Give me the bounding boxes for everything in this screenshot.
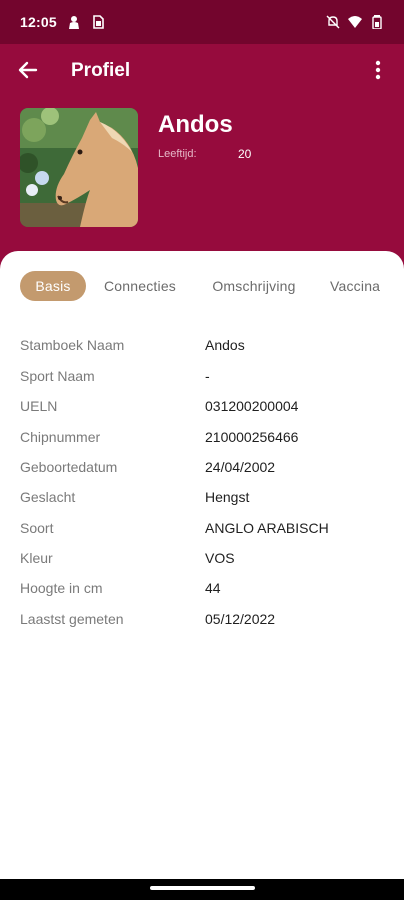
info-value: Andos (205, 337, 245, 353)
tab-bar: Basis Connecties Omschrijving Vaccina (0, 271, 404, 301)
overflow-menu-button[interactable] (362, 56, 394, 88)
tab-omschrijving[interactable]: Omschrijving (204, 271, 304, 301)
age-label: Leeftijd: (158, 148, 197, 160)
profile-content: Basis Connecties Omschrijving Vaccina St… (0, 251, 404, 879)
battery-icon (370, 15, 384, 29)
info-label: Kleur (20, 550, 53, 566)
info-row-laatst-gemeten: Laastst gemeten 05/12/2022 (20, 608, 390, 630)
wifi-icon (348, 15, 362, 29)
status-bar: 12:05 (0, 0, 404, 44)
age-value: 20 (238, 147, 252, 161)
info-row-sport-naam: Sport Naam - (20, 365, 390, 387)
sim-icon (91, 15, 105, 29)
status-time: 12:05 (20, 14, 57, 30)
info-label: Soort (20, 520, 54, 536)
navigation-bar (0, 879, 404, 900)
tab-label: Basis (35, 278, 71, 294)
arrow-left-icon (17, 59, 39, 86)
info-label: Hoogte in cm (20, 580, 103, 596)
info-label: Geslacht (20, 489, 76, 505)
info-value: ANGLO ARABISCH (205, 520, 329, 536)
notifications-off-icon (326, 15, 340, 29)
tab-basis[interactable]: Basis (20, 271, 86, 301)
info-value: VOS (205, 550, 235, 566)
info-label: Chipnummer (20, 429, 101, 445)
back-button[interactable] (12, 56, 44, 88)
home-gesture-handle[interactable] (150, 886, 255, 890)
info-label: Geboortedatum (20, 459, 118, 475)
info-row-ueln: UELN 031200200004 (20, 395, 390, 417)
info-label: UELN (20, 398, 58, 414)
info-value: 44 (205, 580, 221, 596)
info-value: 05/12/2022 (205, 611, 276, 627)
info-row-stamboek-naam: Stamboek Naam Andos (20, 334, 390, 356)
info-label: Laastst gemeten (20, 611, 124, 627)
tab-vaccinaties[interactable]: Vaccina (326, 271, 404, 301)
tab-label: Vaccina (330, 278, 381, 294)
more-vertical-icon (375, 60, 381, 85)
info-label: Stamboek Naam (20, 337, 125, 353)
page-title: Profiel (71, 60, 131, 81)
tab-label: Omschrijving (212, 278, 296, 294)
info-row-geslacht: Geslacht Hengst (20, 486, 390, 508)
info-value: - (205, 368, 210, 384)
person-icon (67, 15, 81, 29)
info-value: 031200200004 (205, 398, 299, 414)
info-row-hoogte: Hoogte in cm 44 (20, 577, 390, 599)
info-row-kleur: Kleur VOS (20, 547, 390, 569)
info-row-soort: Soort ANGLO ARABISCH (20, 517, 390, 539)
info-row-chipnummer: Chipnummer 210000256466 (20, 426, 390, 448)
profile-header: Profiel Andos Leeftijd: 20 (0, 44, 404, 274)
horse-name: Andos (158, 111, 233, 138)
info-value: 24/04/2002 (205, 459, 276, 475)
tab-label: Connecties (103, 278, 177, 294)
info-label: Sport Naam (20, 368, 95, 384)
info-value: Hengst (205, 489, 250, 505)
horse-photo (20, 108, 138, 227)
tab-connecties[interactable]: Connecties (98, 271, 182, 301)
info-value: 210000256466 (205, 429, 299, 445)
app-bar: Profiel (0, 44, 404, 100)
info-row-geboortedatum: Geboortedatum 24/04/2002 (20, 456, 390, 478)
